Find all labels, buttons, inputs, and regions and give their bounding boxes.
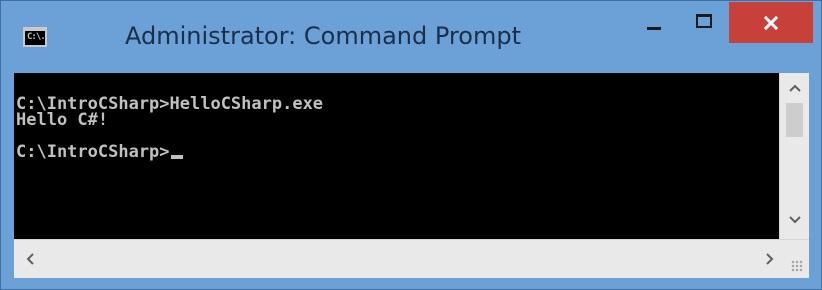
chevron-up-icon[interactable] — [789, 84, 801, 92]
console-client-area: C:\IntroCSharp>HelloCSharp.exe Hello C#!… — [14, 73, 809, 278]
console-icon-label: C:\. — [27, 32, 46, 42]
vertical-scroll-thumb[interactable] — [786, 103, 803, 137]
resize-grip-icon[interactable] — [791, 260, 803, 272]
chevron-left-icon[interactable] — [26, 253, 34, 265]
console-output[interactable]: C:\IntroCSharp>HelloCSharp.exe Hello C#!… — [14, 73, 779, 239]
command-prompt-window: C:\. Administrator: Command Prompt C:\In… — [0, 0, 822, 290]
maximize-button[interactable] — [684, 5, 722, 39]
close-icon — [764, 15, 778, 30]
title-bar[interactable]: C:\. Administrator: Command Prompt — [1, 1, 821, 72]
minimize-icon — [647, 27, 661, 30]
close-button[interactable] — [729, 2, 813, 43]
maximize-icon — [696, 14, 712, 28]
chevron-down-icon[interactable] — [789, 216, 801, 224]
chevron-right-icon[interactable] — [766, 253, 774, 265]
console-line: Hello C#! — [16, 110, 109, 130]
text-cursor — [170, 155, 183, 159]
console-prompt-line: C:\IntroCSharp> — [16, 142, 779, 162]
window-title: Administrator: Command Prompt — [125, 22, 521, 50]
console-icon[interactable]: C:\. — [23, 27, 47, 47]
vertical-scrollbar[interactable] — [779, 73, 809, 239]
minimize-button[interactable] — [636, 5, 674, 39]
console-prompt: C:\IntroCSharp> — [16, 142, 170, 162]
console-line: C:\IntroCSharp>HelloCSharp.exe — [16, 94, 324, 114]
horizontal-scrollbar[interactable] — [14, 239, 779, 278]
scrollbar-corner — [779, 239, 809, 278]
